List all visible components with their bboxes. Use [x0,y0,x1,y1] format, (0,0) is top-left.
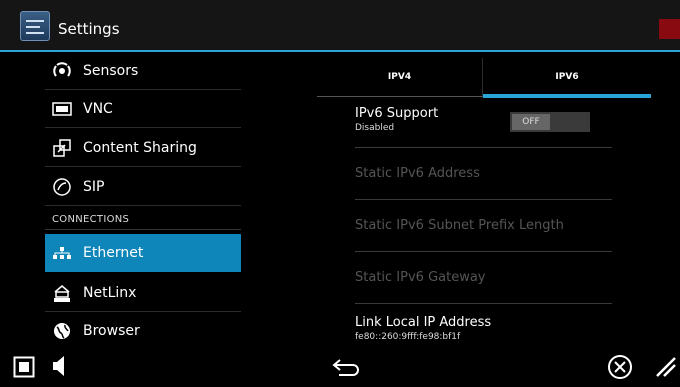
ethernet-icon [51,242,73,264]
sidebar-item-label: Content Sharing [83,139,197,156]
sidebar-item-sip[interactable]: SIP [45,168,241,206]
back-arrow-icon[interactable] [330,355,364,379]
resize-grip-icon[interactable] [654,355,678,379]
content-sharing-icon [51,137,73,159]
close-circle-icon[interactable] [606,353,634,381]
sensors-icon [51,60,73,82]
page-title: Settings [58,20,120,38]
setting-title: Static IPv6 Gateway [355,270,486,285]
sidebar-item-label: Ethernet [83,245,144,261]
sip-icon [51,176,73,198]
title-bar: Settings [0,0,680,52]
sidebar-item-label: NetLinx [83,284,137,301]
setting-title: Link Local IP Address [355,315,492,330]
vnc-icon [51,98,73,120]
sidebar-item-vnc[interactable]: VNC [45,90,241,128]
divider [45,229,241,230]
status-indicator [659,19,680,39]
sidebar-item-label: Browser [83,323,140,339]
sidebar-item-label: SIP [83,178,105,195]
bottom-nav-bar [0,345,680,387]
browser-icon [51,320,73,342]
sidebar-item-label: Sensors [83,62,139,79]
stop-square-icon[interactable] [12,355,36,379]
tab-selected-indicator [483,94,651,98]
tab-ipv4[interactable]: IPV4 [317,58,483,96]
sidebar: Sensors VNC Content Sharing SIP CONNECTI… [0,52,315,345]
volume-icon[interactable] [48,353,70,379]
setting-link-local-ip[interactable]: Link Local IP Address fe80::260:9fff:fe9… [355,304,612,345]
settings-panel: IPV4 IPV6 IPv6 Support Disabled OFF Stat… [315,52,680,345]
setting-title: Static IPv6 Subnet Prefix Length [355,218,564,233]
section-header-connections: CONNECTIONS [52,214,130,225]
settings-sliders-icon [20,11,50,41]
netlinx-icon [51,282,73,304]
setting-static-ipv6-subnet-prefix: Static IPv6 Subnet Prefix Length [355,200,612,252]
sidebar-item-label: VNC [83,100,113,117]
setting-title: Static IPv6 Address [355,166,480,181]
sidebar-item-sensors[interactable]: Sensors [45,52,241,90]
toggle-knob: OFF [512,114,550,130]
setting-value: fe80::260:9fff:fe98:bf1f [355,332,461,342]
sidebar-item-netlinx[interactable]: NetLinx [45,274,241,312]
sidebar-item-ethernet[interactable]: Ethernet [45,234,241,272]
setting-static-ipv6-address: Static IPv6 Address [355,148,612,200]
tab-ipv6[interactable]: IPV6 [483,58,651,96]
ipv6-support-toggle[interactable]: OFF [510,112,590,132]
sidebar-item-content-sharing[interactable]: Content Sharing [45,129,241,167]
setting-static-ipv6-gateway: Static IPv6 Gateway [355,252,612,304]
